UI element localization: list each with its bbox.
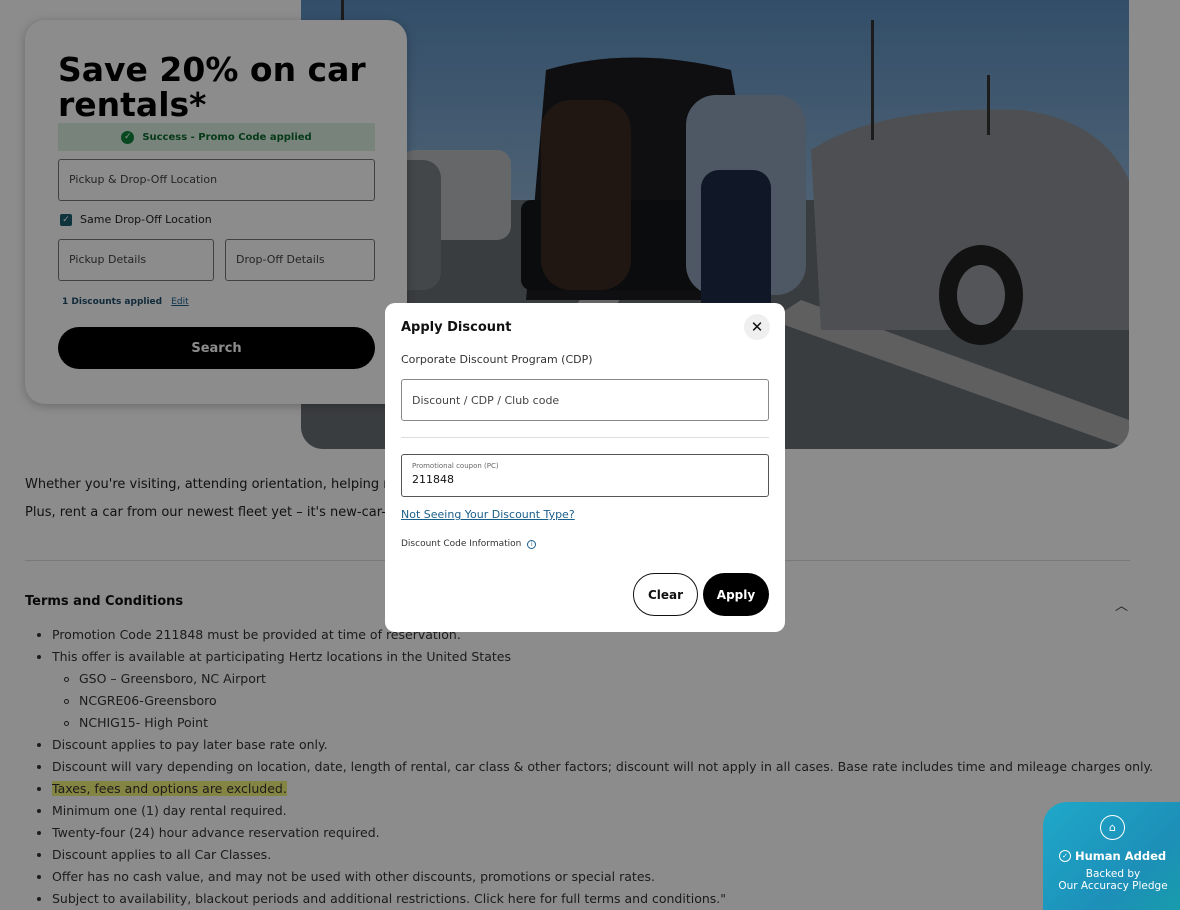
info-icon[interactable]: i: [527, 539, 537, 549]
not-seeing-discount-link[interactable]: Not Seeing Your Discount Type?: [401, 508, 575, 521]
badge-subtitle: Backed by Our Accuracy Pledge: [1058, 868, 1168, 892]
home-icon: ⌂: [1100, 815, 1125, 840]
apply-discount-modal: Apply Discount ✕ Corporate Discount Prog…: [385, 303, 785, 632]
close-icon[interactable]: ✕: [744, 314, 770, 340]
human-added-badge[interactable]: ⌂ ✓ Human Added Backed by Our Accuracy P…: [1043, 802, 1180, 910]
cdp-label: Corporate Discount Program (CDP): [401, 353, 593, 366]
promo-coupon-input[interactable]: Promotional coupon (PC) 211848: [401, 454, 769, 497]
discount-code-input[interactable]: Discount / CDP / Club code: [401, 379, 769, 421]
badge-title: ✓ Human Added: [1059, 849, 1166, 863]
apply-button[interactable]: Apply: [703, 573, 769, 616]
modal-title: Apply Discount: [401, 320, 512, 335]
promo-coupon-value[interactable]: 211848: [412, 473, 758, 486]
promo-coupon-label: Promotional coupon (PC): [412, 462, 499, 470]
clear-button[interactable]: Clear: [633, 573, 698, 616]
discount-info-label: Discount Code Information: [401, 539, 522, 549]
discount-code-info[interactable]: Discount Code Information i: [401, 539, 537, 549]
check-circle-icon: ✓: [1059, 850, 1071, 862]
modal-divider: [401, 437, 769, 438]
